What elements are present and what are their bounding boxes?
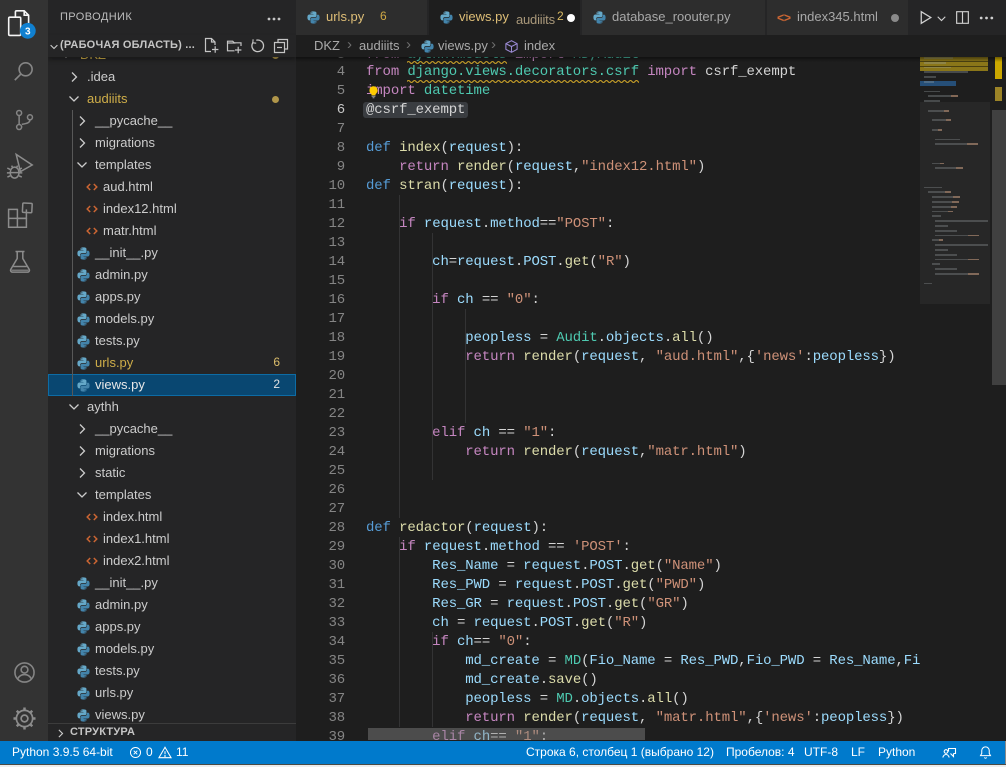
svg-text:3: 3: [25, 26, 31, 37]
